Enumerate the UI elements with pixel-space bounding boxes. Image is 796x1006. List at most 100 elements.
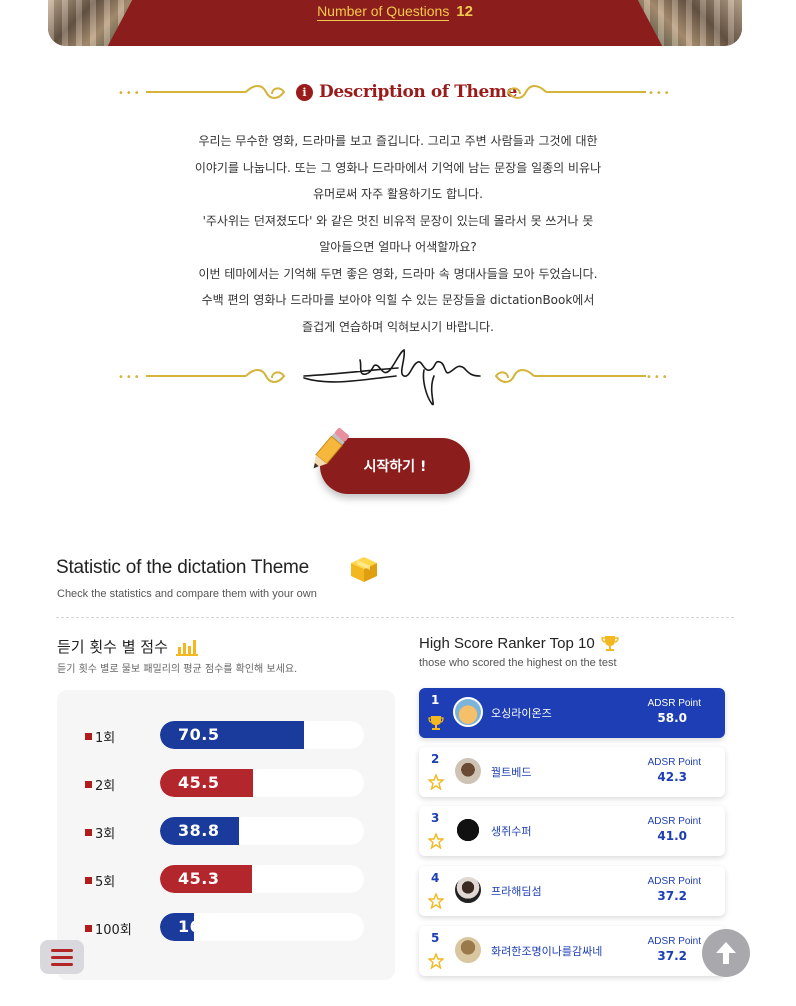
ornament-bottom-left: ••• <box>118 366 308 386</box>
bar-category-label: 100회 <box>85 919 132 938</box>
ornament-top-left: ••• <box>118 82 290 102</box>
description-line: 유머로써 자주 활용하기도 합니다. <box>313 187 483 201</box>
score-by-count-title: 듣기 횟수 별 점수 <box>57 636 198 657</box>
score-by-count-subtitle: 듣기 횟수 별로 물보 패밀리의 평균 점수를 확인해 보세요. <box>57 664 298 675</box>
hamburger-icon-line <box>51 948 73 952</box>
bar-track: 38.8 <box>160 817 364 845</box>
bar-category-label: 1회 <box>85 727 115 746</box>
ornament-top-right: ••• <box>504 82 676 102</box>
star-icon <box>428 953 444 969</box>
bar-category-label: 3회 <box>85 823 115 842</box>
points-label: ADSR Point <box>647 698 701 709</box>
description-line: 이야기를 나눕니다. 또는 그 영화나 드라마에서 기억에 남는 문장을 일종의… <box>194 160 602 175</box>
arrow-up-icon <box>716 942 736 964</box>
rank-number: 2 <box>431 752 440 766</box>
points-label: ADSR Point <box>647 757 701 768</box>
number-of-questions-label: Number of Questions <box>317 3 450 21</box>
bar-category-text: 3회 <box>95 827 116 842</box>
ranker-name: 꿜트베드 <box>491 766 532 779</box>
description-line: 이번 테마에서는 기억해 두면 좋은 영화, 드라마 속 명대사들을 모아 두었… <box>198 266 598 281</box>
statistics-title: Statistic of the dictation Theme <box>56 557 310 578</box>
bar-row: 1회 70.5 <box>57 720 395 750</box>
ranker-name: 프라해딤섬 <box>491 885 542 898</box>
bar-value-label: 16.5 <box>178 917 220 936</box>
bar-row: 5회 45.3 <box>57 864 395 894</box>
points-value: 41.0 <box>657 829 687 843</box>
ranker-title: High Score Ranker Top 10 <box>419 634 619 652</box>
star-icon <box>428 893 444 909</box>
description-line: '주사위는 던져졌도다' 와 같은 멋진 비유적 문장이 있는데 몰라서 못 쓰… <box>202 213 594 228</box>
bar-category-text: 100회 <box>95 923 132 938</box>
ornament-bottom-right: ••• <box>492 366 676 386</box>
avatar <box>453 697 483 727</box>
points-label: ADSR Point <box>647 816 701 827</box>
points-label: ADSR Point <box>647 876 701 887</box>
bar-row: 2회 45.5 <box>57 768 395 798</box>
bar-row: 100회 16.5 <box>57 912 395 942</box>
rank-number: 1 <box>431 693 440 707</box>
bar-value-label: 45.5 <box>178 773 220 792</box>
signature-image <box>303 348 481 406</box>
bar-value-label: 70.5 <box>178 725 220 744</box>
bar-category-text: 1회 <box>95 731 116 746</box>
avatar <box>453 756 483 786</box>
bar-value-label: 38.8 <box>178 821 220 840</box>
points-label: ADSR Point <box>647 936 701 947</box>
ranker-name: 생쥐수퍼 <box>491 825 532 838</box>
star-icon <box>428 833 444 849</box>
points-value: 37.2 <box>657 889 687 903</box>
ranker-item[interactable]: 4 프라해딤섬 ADSR Point 37.2 <box>419 866 725 916</box>
rank-number: 5 <box>431 931 440 945</box>
top-banner: Number of Questions 12 <box>48 0 742 46</box>
info-icon: i <box>296 83 313 101</box>
statistics-subtitle: Check the statistics and compare them wi… <box>57 588 317 600</box>
description-line: 우리는 무수한 영화, 드라마를 보고 즐깁니다. 그리고 주변 사람들과 그것… <box>198 134 598 148</box>
ranker-name: 화려한조명이나를감싸네 <box>491 945 603 958</box>
avatar <box>453 875 483 905</box>
menu-button[interactable] <box>40 940 84 974</box>
star-icon <box>428 774 444 790</box>
pencil-icon <box>313 427 349 469</box>
trophy-icon <box>428 716 444 730</box>
bullet-square <box>85 733 92 740</box>
rank-number: 3 <box>431 811 440 825</box>
bar-category-text: 2회 <box>95 779 116 794</box>
ranker-item[interactable]: 3 생쥐수퍼 ADSR Point 41.0 <box>419 806 725 856</box>
bullet-square <box>85 925 92 932</box>
bar-category-text: 5회 <box>95 875 116 890</box>
bar-track: 45.5 <box>160 769 364 797</box>
description-line: 알아들으면 얼마나 어색할까요? <box>319 240 477 254</box>
number-of-questions-count: 12 <box>456 3 473 20</box>
bullet-square <box>85 781 92 788</box>
bar-value-label: 45.3 <box>178 869 220 888</box>
description-title-text: Description of Theme <box>319 82 517 102</box>
bullet-square <box>85 877 92 884</box>
hamburger-icon-line <box>51 962 73 966</box>
trophy-icon <box>600 636 619 651</box>
hamburger-icon-line <box>51 955 73 959</box>
avatar <box>453 815 483 845</box>
ranker-item[interactable]: 1 오싱라이온즈 ADSR Point 58.0 <box>419 688 725 738</box>
divider <box>56 617 734 618</box>
bullet-square <box>85 829 92 836</box>
description-line: 수백 편의 영화나 드라마를 보아야 익힐 수 있는 문장들을 dictatio… <box>201 293 595 307</box>
bar-row: 3회 38.8 <box>57 816 395 846</box>
box-icon <box>351 557 377 582</box>
ranker-name: 오싱라이온즈 <box>491 707 552 720</box>
scroll-top-button[interactable] <box>702 929 750 977</box>
score-by-count-title-text: 듣기 횟수 별 점수 <box>57 638 168 656</box>
bar-track: 45.3 <box>160 865 364 893</box>
points-value: 42.3 <box>657 770 687 784</box>
ranker-item[interactable]: 2 꿜트베드 ADSR Point 42.3 <box>419 747 725 797</box>
ranker-subtitle: those who scored the highest on the test <box>419 657 617 669</box>
ranker-title-text: High Score Ranker Top 10 <box>419 634 595 652</box>
rank-number: 4 <box>431 871 440 885</box>
points-value: 37.2 <box>657 949 687 963</box>
ranker-item[interactable]: 5 화려한조명이나를감싸네 ADSR Point 37.2 <box>419 926 725 976</box>
points-value: 58.0 <box>657 711 687 725</box>
score-bar-chart: 1회 70.5 2회 45.5 3회 38.8 5회 45.3 100회 16.5 <box>57 690 395 980</box>
description-body: 우리는 무수한 영화, 드라마를 보고 즐깁니다. 그리고 주변 사람들과 그것… <box>130 128 666 340</box>
start-button-label: 시작하기 ! <box>363 459 427 475</box>
bar-chart-icon <box>175 639 198 656</box>
bar-track: 70.5 <box>160 721 364 749</box>
